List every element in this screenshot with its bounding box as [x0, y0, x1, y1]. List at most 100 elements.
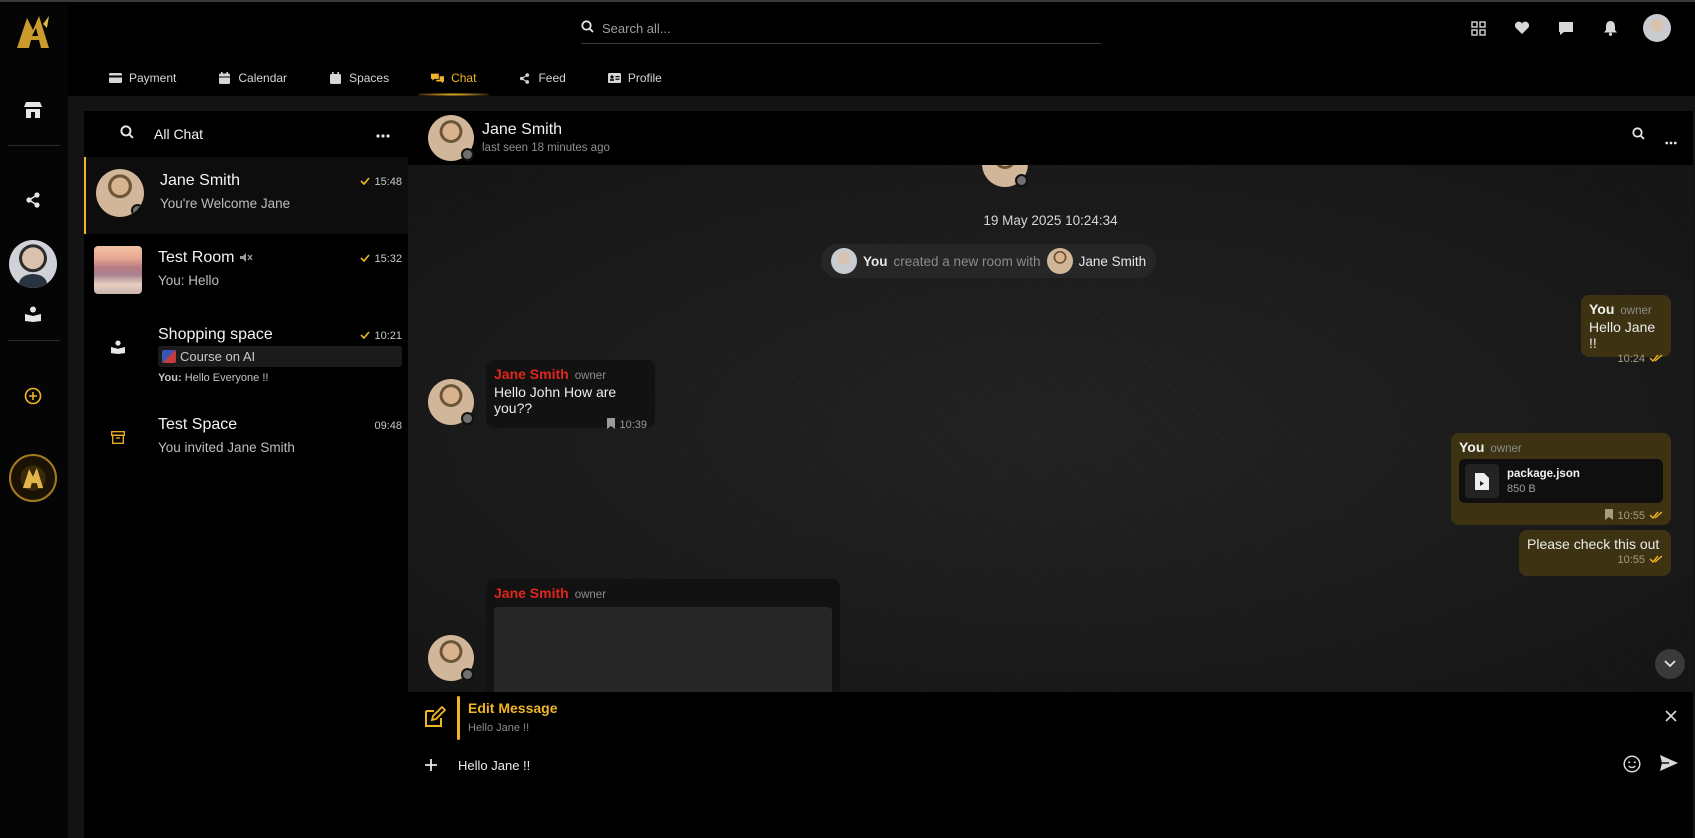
tab-label: Payment — [129, 71, 177, 85]
add-circle-icon[interactable] — [17, 380, 49, 412]
chat-header: Jane Smith last seen 18 minutes ago — [408, 111, 1693, 165]
user-avatar[interactable] — [9, 240, 57, 288]
incoming-message[interactable]: Jane Smith owner Hello John How are you??… — [486, 360, 655, 431]
time-label: 15:48 — [374, 176, 402, 188]
chat-item-preview: You: Hello — [158, 273, 220, 288]
message-meta: 10:39 — [494, 418, 647, 432]
message-time: 10:39 — [619, 419, 647, 431]
edit-title: Edit Message — [468, 700, 558, 716]
message-author: You owner — [1589, 301, 1663, 317]
message-area[interactable]: 19 May 2025 10:24:34 You created a new r… — [408, 165, 1693, 692]
profile-avatar[interactable] — [1643, 14, 1671, 42]
chat-item-preview: You're Welcome Jane — [160, 196, 291, 211]
author-role: owner — [1620, 305, 1652, 317]
composer — [408, 746, 1693, 838]
chat-list-panel: All Chat Jane Smith You're Welcome Jane … — [84, 111, 408, 838]
messages-icon[interactable] — [1555, 17, 1577, 39]
time-label: 10:21 — [374, 330, 402, 342]
message-avatar — [428, 635, 474, 681]
tab-spaces[interactable]: Spaces — [308, 60, 410, 96]
tab-label: Spaces — [349, 71, 390, 85]
course-icon[interactable] — [17, 298, 49, 330]
presence-dot — [131, 204, 144, 217]
tab-feed[interactable]: Feed — [497, 60, 586, 96]
system-actor: You — [863, 253, 888, 269]
preview-prefix: You: — [158, 372, 182, 384]
double-check-icon — [1649, 353, 1663, 365]
chat-item-name: Jane Smith — [160, 172, 241, 189]
outgoing-message[interactable]: You owner Hello Jane !! 10:24 — [1581, 295, 1671, 365]
message-author: Jane Smith owner — [494, 585, 832, 601]
emoji-icon[interactable] — [1623, 755, 1641, 778]
store-icon[interactable] — [17, 94, 49, 126]
message-meta: 10:24 — [1589, 353, 1663, 365]
send-icon[interactable] — [1659, 754, 1679, 777]
tab-label: Calendar — [238, 71, 288, 85]
chat-contact-name[interactable]: Jane Smith — [482, 121, 562, 139]
chat-list-header: All Chat — [84, 111, 408, 157]
more-horizontal-icon[interactable] — [376, 125, 390, 143]
message-text: Hello Jane !! — [1589, 319, 1656, 351]
course-thumbnail-icon — [162, 350, 176, 363]
presence-dot — [461, 148, 474, 161]
brand-logo[interactable] — [11, 10, 55, 54]
presence-dot — [1015, 174, 1028, 187]
bookmark-icon — [1605, 509, 1614, 523]
system-target: Jane Smith — [1078, 253, 1147, 269]
search-icon[interactable] — [120, 124, 134, 144]
close-icon[interactable] — [1665, 709, 1677, 727]
chat-item-jane-smith[interactable]: Jane Smith You're Welcome Jane 15:48 — [84, 157, 408, 234]
message-input[interactable] — [458, 752, 1498, 778]
chat-item-preview: You invited Jane Smith — [158, 440, 295, 455]
image-placeholder[interactable] — [494, 607, 832, 692]
incoming-image-message[interactable]: Jane Smith owner — [486, 579, 840, 692]
share-icon — [518, 72, 531, 84]
room-thumbnail — [94, 246, 142, 294]
author-role: owner — [574, 370, 607, 382]
chat-item-name: Test Room — [158, 249, 253, 267]
rail-divider — [8, 145, 60, 146]
chat-item-test-space[interactable]: Test Space You invited Jane Smith 09:48 — [84, 401, 408, 478]
plus-icon[interactable] — [420, 754, 442, 776]
tab-chat[interactable]: Chat — [410, 60, 497, 96]
outgoing-file-message[interactable]: You owner package.json 850 B 10:55 — [1451, 433, 1671, 525]
space-badge-icon[interactable] — [9, 454, 57, 502]
calendar-icon — [218, 72, 231, 84]
chevron-down-icon — [1664, 655, 1676, 673]
archive-icon — [94, 413, 142, 461]
more-horizontal-icon[interactable] — [1665, 132, 1677, 150]
presence-dot — [461, 412, 474, 425]
id-card-icon — [607, 73, 621, 84]
check-icon — [360, 330, 371, 342]
file-icon — [1465, 464, 1499, 498]
author-role: owner — [1490, 443, 1522, 455]
tab-label: Feed — [538, 71, 566, 85]
share-icon[interactable] — [17, 184, 49, 216]
bell-icon[interactable] — [1599, 17, 1621, 39]
contact-avatar[interactable] — [428, 115, 474, 161]
double-check-icon — [1649, 554, 1663, 566]
message-author: Jane Smith owner — [494, 366, 647, 382]
top-icons — [1467, 14, 1671, 42]
tab-payment[interactable]: Payment — [88, 60, 197, 96]
scroll-down-button[interactable] — [1655, 649, 1685, 679]
target-avatar — [1046, 248, 1073, 274]
linked-course-label: Course on AI — [180, 349, 256, 364]
date-divider: 19 May 2025 10:24:34 — [983, 213, 1118, 228]
spaces-icon — [329, 72, 342, 84]
tab-profile[interactable]: Profile — [587, 60, 683, 96]
message-time: 10:24 — [1617, 353, 1645, 365]
tab-label: Chat — [451, 71, 477, 85]
tab-label: Profile — [627, 71, 662, 85]
global-search[interactable]: Search all... — [581, 14, 1101, 44]
chat-item-name: Test Space — [158, 416, 238, 433]
heart-icon[interactable] — [1511, 17, 1533, 39]
chat-item-test-room[interactable]: Test Room You: Hello 15:32 — [84, 234, 408, 311]
search-placeholder[interactable]: Search all... — [602, 21, 671, 36]
outgoing-message[interactable]: Please check this out 10:55 — [1519, 530, 1671, 576]
chat-item-shopping-space[interactable]: Shopping space Course on AI You: Hello E… — [84, 311, 408, 401]
apps-grid-icon[interactable] — [1467, 17, 1489, 39]
tab-calendar[interactable]: Calendar — [197, 60, 308, 96]
file-attachment[interactable]: package.json 850 B — [1459, 459, 1663, 503]
search-icon[interactable] — [1632, 127, 1645, 145]
